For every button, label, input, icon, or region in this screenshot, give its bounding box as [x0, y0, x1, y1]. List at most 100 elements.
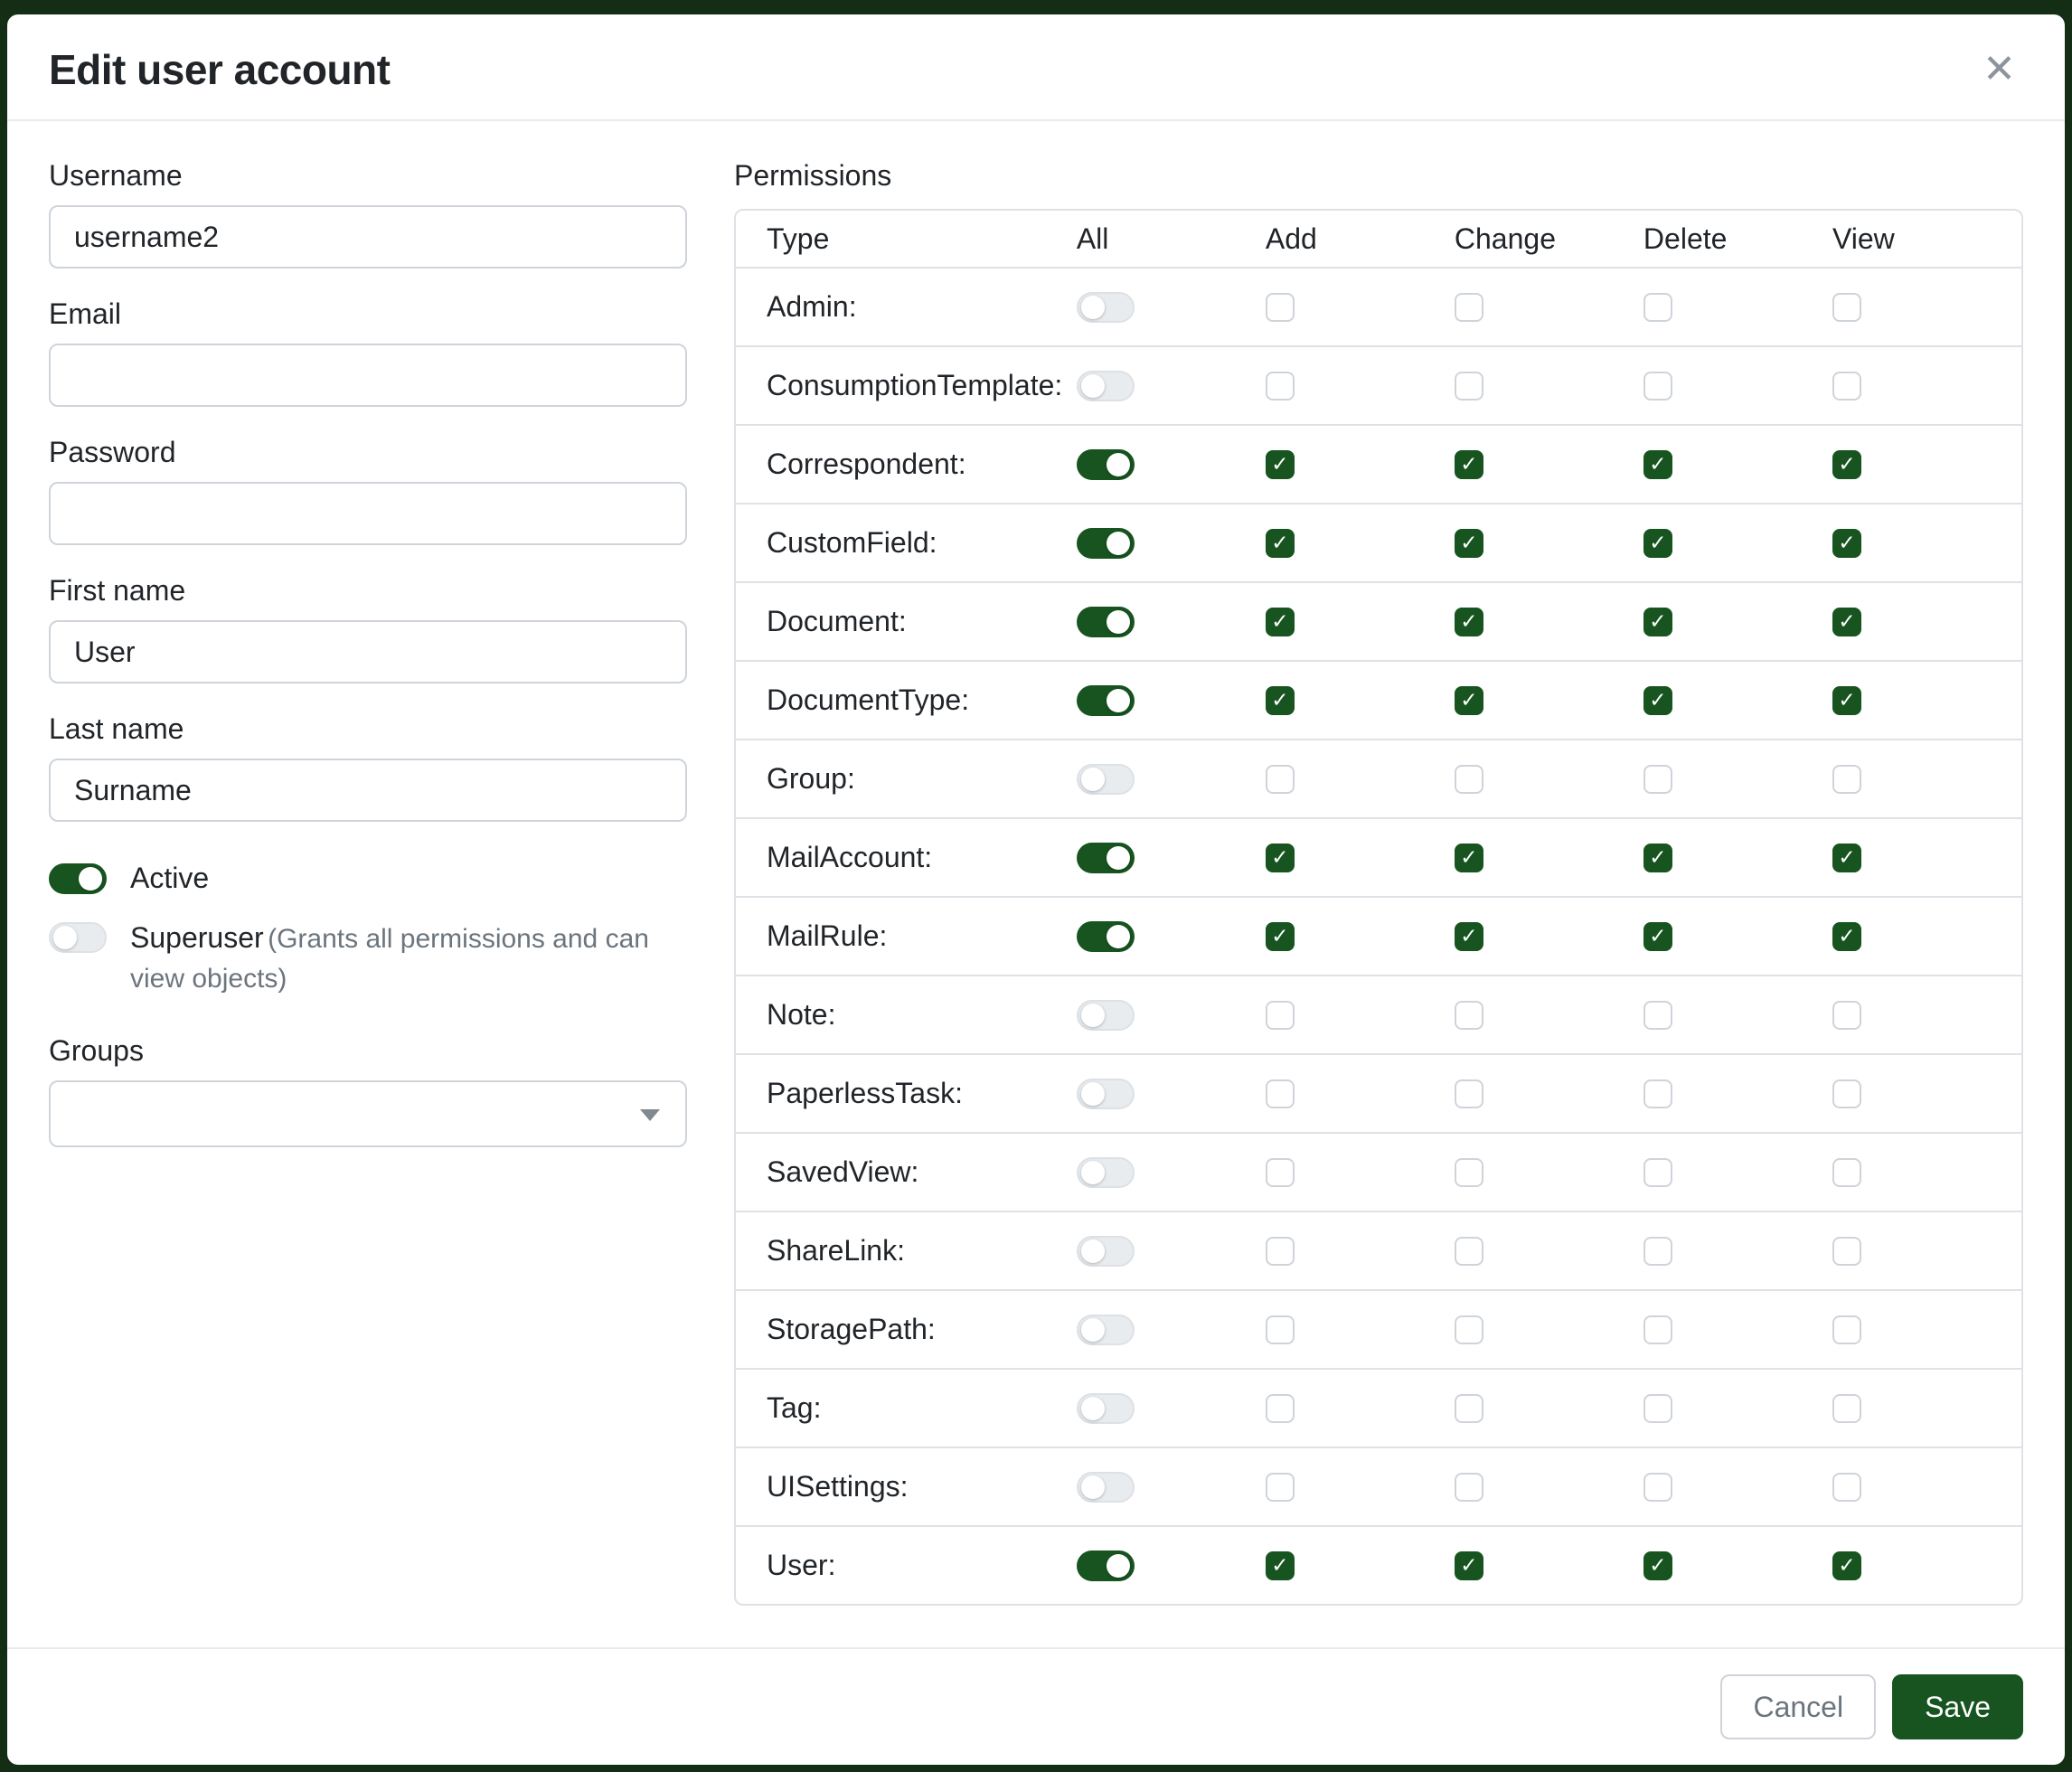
- permission-delete-checkbox[interactable]: [1643, 1315, 1672, 1344]
- permission-add-checkbox[interactable]: [1266, 1473, 1295, 1502]
- permission-all-toggle[interactable]: [1077, 449, 1135, 480]
- permission-add-checkbox[interactable]: [1266, 293, 1295, 322]
- permission-change-checkbox[interactable]: [1455, 372, 1483, 401]
- permission-change-checkbox[interactable]: [1455, 1158, 1483, 1187]
- permission-view-checkbox[interactable]: ✓: [1832, 922, 1861, 951]
- permission-add-checkbox[interactable]: [1266, 1158, 1295, 1187]
- permission-all-toggle[interactable]: [1077, 371, 1135, 401]
- permission-all-toggle[interactable]: [1077, 528, 1135, 559]
- permission-view-checkbox[interactable]: ✓: [1832, 608, 1861, 636]
- permission-view-checkbox[interactable]: [1832, 372, 1861, 401]
- permission-view-checkbox[interactable]: ✓: [1832, 450, 1861, 479]
- permission-view-checkbox[interactable]: [1832, 1001, 1861, 1030]
- permission-delete-checkbox[interactable]: [1643, 372, 1672, 401]
- permission-delete-checkbox[interactable]: ✓: [1643, 922, 1672, 951]
- permission-change-checkbox[interactable]: [1455, 293, 1483, 322]
- permission-delete-checkbox[interactable]: [1643, 1473, 1672, 1502]
- permission-view-checkbox[interactable]: [1832, 765, 1861, 794]
- permission-add-checkbox[interactable]: [1266, 372, 1295, 401]
- permission-delete-checkbox[interactable]: ✓: [1643, 844, 1672, 872]
- permission-change-checkbox[interactable]: ✓: [1455, 608, 1483, 636]
- permission-change-checkbox[interactable]: [1455, 1079, 1483, 1108]
- permission-change-checkbox[interactable]: ✓: [1455, 922, 1483, 951]
- permission-delete-checkbox[interactable]: [1643, 1394, 1672, 1423]
- permission-delete-checkbox[interactable]: [1643, 765, 1672, 794]
- permission-all-toggle[interactable]: [1077, 1472, 1135, 1503]
- permission-change-checkbox[interactable]: [1455, 1473, 1483, 1502]
- permission-view-checkbox[interactable]: [1832, 293, 1861, 322]
- permission-view-checkbox[interactable]: [1832, 1237, 1861, 1266]
- permission-delete-checkbox[interactable]: ✓: [1643, 686, 1672, 715]
- permission-add-checkbox[interactable]: ✓: [1266, 1551, 1295, 1580]
- permission-add-checkbox[interactable]: [1266, 1315, 1295, 1344]
- close-icon[interactable]: ✕: [1975, 46, 2023, 93]
- permission-add-checkbox[interactable]: [1266, 1394, 1295, 1423]
- last-name-input[interactable]: [49, 759, 687, 822]
- permission-change-checkbox[interactable]: ✓: [1455, 844, 1483, 872]
- permission-all-toggle[interactable]: [1077, 764, 1135, 795]
- permission-delete-checkbox[interactable]: [1643, 1001, 1672, 1030]
- permission-all-toggle[interactable]: [1077, 843, 1135, 873]
- toggle-knob: [1107, 689, 1130, 712]
- superuser-toggle[interactable]: [49, 922, 107, 953]
- active-toggle[interactable]: [49, 863, 107, 894]
- permission-add-checkbox[interactable]: ✓: [1266, 450, 1295, 479]
- permission-add-checkbox[interactable]: [1266, 1079, 1295, 1108]
- permission-delete-checkbox[interactable]: ✓: [1643, 608, 1672, 636]
- permission-add-checkbox[interactable]: ✓: [1266, 844, 1295, 872]
- permission-add-checkbox[interactable]: [1266, 765, 1295, 794]
- permission-view-checkbox[interactable]: [1832, 1315, 1861, 1344]
- permission-delete-checkbox[interactable]: [1643, 293, 1672, 322]
- password-field[interactable]: [49, 482, 687, 545]
- permission-view-checkbox[interactable]: ✓: [1832, 1551, 1861, 1580]
- permission-change-checkbox[interactable]: ✓: [1455, 450, 1483, 479]
- permission-change-checkbox[interactable]: ✓: [1455, 686, 1483, 715]
- permission-all-toggle[interactable]: [1077, 1393, 1135, 1424]
- permission-all-toggle[interactable]: [1077, 292, 1135, 323]
- permissions-table: Type All Add Change Delete View Admin:Co…: [734, 209, 2023, 1606]
- permission-view-checkbox[interactable]: [1832, 1079, 1861, 1108]
- permission-change-checkbox[interactable]: [1455, 1394, 1483, 1423]
- permission-view-checkbox[interactable]: [1832, 1394, 1861, 1423]
- first-name-input[interactable]: [49, 620, 687, 683]
- permission-change-checkbox[interactable]: [1455, 1237, 1483, 1266]
- permission-all-toggle[interactable]: [1077, 1079, 1135, 1109]
- permission-add-checkbox[interactable]: ✓: [1266, 686, 1295, 715]
- permission-all-toggle[interactable]: [1077, 1157, 1135, 1188]
- permission-change-checkbox[interactable]: [1455, 1315, 1483, 1344]
- modal-footer: Cancel Save: [7, 1647, 2065, 1765]
- permission-all-toggle[interactable]: [1077, 921, 1135, 952]
- permission-all-toggle[interactable]: [1077, 1315, 1135, 1345]
- permission-view-checkbox[interactable]: [1832, 1158, 1861, 1187]
- permission-delete-checkbox[interactable]: [1643, 1158, 1672, 1187]
- permission-change-checkbox[interactable]: [1455, 1001, 1483, 1030]
- permission-add-checkbox[interactable]: [1266, 1001, 1295, 1030]
- permission-change-checkbox[interactable]: ✓: [1455, 1551, 1483, 1580]
- permission-delete-checkbox[interactable]: ✓: [1643, 1551, 1672, 1580]
- email-field[interactable]: [49, 344, 687, 407]
- save-button[interactable]: Save: [1892, 1674, 2023, 1739]
- toggle-knob: [1107, 532, 1130, 555]
- permission-add-checkbox[interactable]: ✓: [1266, 922, 1295, 951]
- permission-delete-checkbox[interactable]: ✓: [1643, 529, 1672, 558]
- permission-add-checkbox[interactable]: ✓: [1266, 608, 1295, 636]
- permission-all-toggle[interactable]: [1077, 1550, 1135, 1581]
- permission-all-toggle[interactable]: [1077, 685, 1135, 716]
- permission-view-checkbox[interactable]: ✓: [1832, 844, 1861, 872]
- permission-all-toggle[interactable]: [1077, 607, 1135, 637]
- permission-all-toggle[interactable]: [1077, 1000, 1135, 1031]
- permission-change-checkbox[interactable]: ✓: [1455, 529, 1483, 558]
- permission-add-checkbox[interactable]: ✓: [1266, 529, 1295, 558]
- permission-delete-checkbox[interactable]: ✓: [1643, 450, 1672, 479]
- username-input[interactable]: [49, 205, 687, 269]
- groups-select[interactable]: [49, 1080, 687, 1147]
- permission-view-checkbox[interactable]: [1832, 1473, 1861, 1502]
- permission-delete-checkbox[interactable]: [1643, 1079, 1672, 1108]
- permission-view-checkbox[interactable]: ✓: [1832, 686, 1861, 715]
- permission-all-toggle[interactable]: [1077, 1236, 1135, 1267]
- permission-delete-checkbox[interactable]: [1643, 1237, 1672, 1266]
- cancel-button[interactable]: Cancel: [1720, 1674, 1876, 1739]
- permission-add-checkbox[interactable]: [1266, 1237, 1295, 1266]
- permission-change-checkbox[interactable]: [1455, 765, 1483, 794]
- permission-view-checkbox[interactable]: ✓: [1832, 529, 1861, 558]
